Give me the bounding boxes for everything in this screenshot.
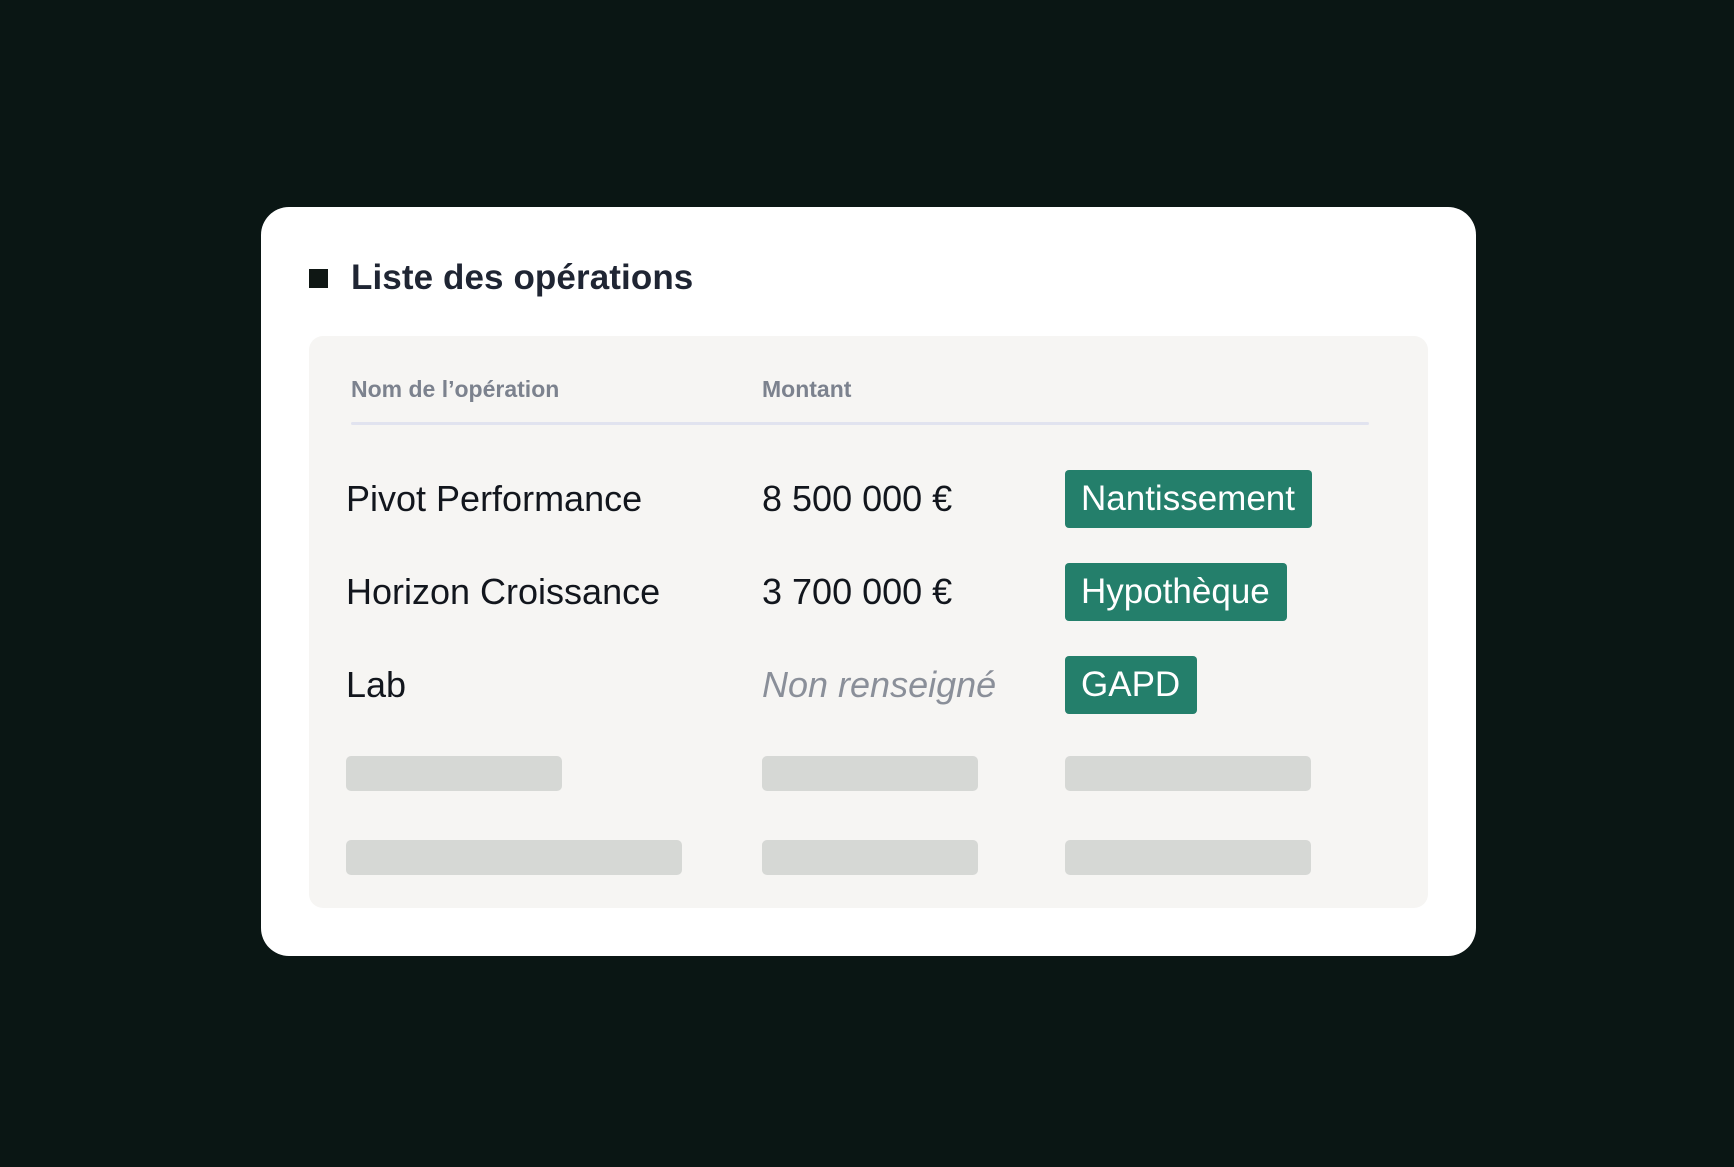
skeleton-tag xyxy=(1065,840,1311,875)
table-row[interactable]: Pivot Performance 8 500 000 € Nantisseme… xyxy=(309,470,1428,528)
table-row[interactable]: Horizon Croissance 3 700 000 € Hypothèqu… xyxy=(309,563,1428,621)
operation-amount-empty: Non renseigné xyxy=(762,664,997,705)
operation-amount: 8 500 000 € xyxy=(762,478,953,519)
operation-amount: 3 700 000 € xyxy=(762,571,953,612)
skeleton-name xyxy=(346,756,562,791)
header-divider xyxy=(351,422,1369,425)
placeholder-row xyxy=(309,840,1428,898)
operations-card: Liste des opérations Nom de l’opération … xyxy=(261,207,1476,956)
square-bullet-icon xyxy=(309,268,328,288)
card-header: Liste des opérations xyxy=(309,257,693,299)
card-title: Liste des opérations xyxy=(351,258,694,297)
skeleton-amount xyxy=(762,840,978,875)
column-header-amount[interactable]: Montant xyxy=(762,376,851,403)
guarantee-tag: GAPD xyxy=(1065,656,1198,714)
skeleton-tag xyxy=(1065,756,1311,791)
guarantee-tag: Hypothèque xyxy=(1065,563,1287,621)
operation-name: Pivot Performance xyxy=(346,478,643,519)
skeleton-amount xyxy=(762,756,978,791)
table-row[interactable]: Lab Non renseigné GAPD xyxy=(309,656,1428,714)
operations-table: Nom de l’opération Montant Pivot Perform… xyxy=(309,336,1428,908)
column-header-name[interactable]: Nom de l’opération xyxy=(351,376,559,403)
guarantee-tag: Nantissement xyxy=(1065,470,1312,528)
operation-name: Horizon Croissance xyxy=(346,571,661,612)
operation-name: Lab xyxy=(346,664,407,705)
skeleton-name xyxy=(346,840,682,875)
placeholder-row xyxy=(309,756,1428,814)
